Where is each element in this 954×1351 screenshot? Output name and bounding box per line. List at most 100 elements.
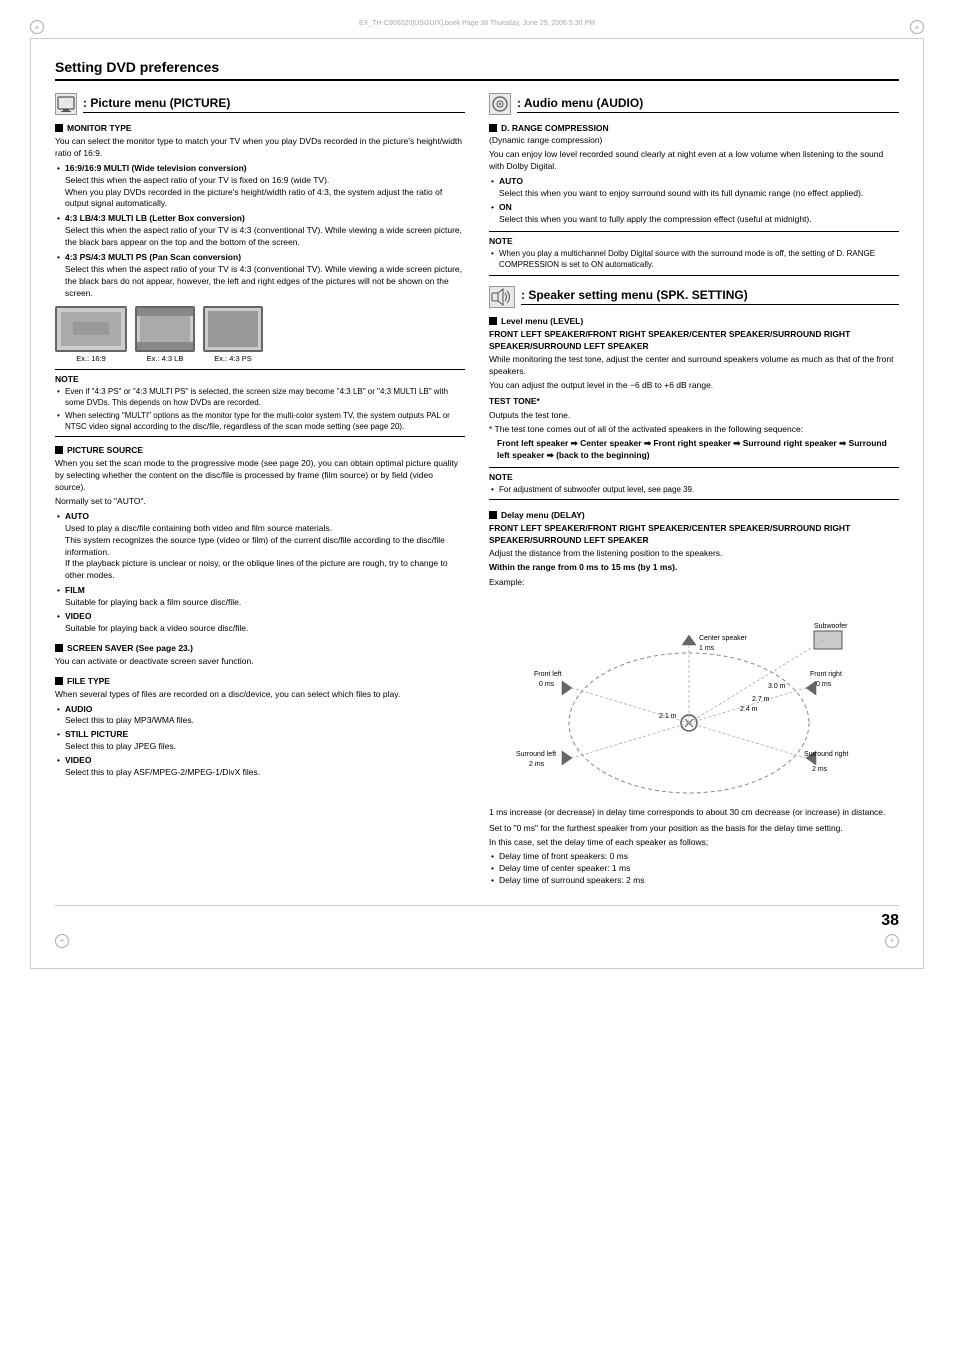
right-column: : Audio menu (AUDIO) D. RANGE COMPRESSIO…	[489, 93, 899, 895]
delay-range: Within the range from 0 ms to 15 ms (by …	[489, 562, 899, 574]
page-wrapper: + EX_TH-C906020[USGU/X].book Page 38 Thu…	[30, 20, 924, 969]
level-notes-list: • For adjustment of subwoofer output lev…	[489, 484, 899, 495]
in-this-case: In this case, set the delay time of each…	[489, 837, 899, 849]
d-range-title: D. RANGE COMPRESSION	[489, 123, 899, 133]
picture-source-title: PICTURE SOURCE	[55, 445, 465, 455]
black-square-7	[489, 511, 497, 519]
black-square-2	[55, 446, 63, 454]
picture-section-title: : Picture menu (PICTURE)	[83, 96, 465, 113]
svg-text:2.7 m: 2.7 m	[752, 696, 770, 703]
monitor-type-intro: You can select the monitor type to match…	[55, 136, 465, 160]
ps-film: • FILM Suitable for playing back a film …	[55, 585, 465, 609]
page-number: 38	[55, 905, 899, 930]
d-range-notes-list: • When you play a multichannel Dolby Dig…	[489, 248, 899, 270]
delay-center: • Delay time of center speaker: 1 ms	[489, 863, 899, 875]
tv-box-wide	[55, 306, 127, 352]
black-square-6	[489, 317, 497, 325]
note-title-2: NOTE	[489, 236, 899, 246]
header-file-info: EX_TH-C906020[USGU/X].book Page 38 Thurs…	[359, 20, 595, 34]
black-square-5	[489, 124, 497, 132]
tv-43lb: Ex.: 4:3 LB	[135, 306, 195, 363]
example-label: Example:	[489, 577, 899, 589]
ps-auto: • AUTO Used to play a disc/file containi…	[55, 511, 465, 582]
level-menu-title: Level menu (LEVEL)	[489, 316, 899, 326]
ft-still: • STILL PICTURE Select this to play JPEG…	[55, 729, 465, 753]
screen-saver-desc: You can activate or deactivate screen sa…	[55, 656, 465, 668]
corner-mark-bl: +	[55, 934, 69, 948]
tv-43ps-label: Ex.: 4:3 PS	[214, 354, 252, 363]
note-1ms: 1 ms increase (or decrease) in delay tim…	[489, 807, 899, 819]
svg-text:3.0 m: 3.0 m	[768, 683, 786, 690]
audio-section-header: : Audio menu (AUDIO)	[489, 93, 899, 115]
tv-box-ps	[203, 306, 263, 352]
file-type-title: FILE TYPE	[55, 676, 465, 686]
audio-icon	[489, 93, 511, 115]
black-square-4	[55, 677, 63, 685]
tv-43ps: Ex.: 4:3 PS	[203, 306, 263, 363]
speaker-section-header: : Speaker setting menu (SPK. SETTING)	[489, 286, 899, 308]
delay-front: • Delay time of front speakers: 0 ms	[489, 851, 899, 863]
monitor-option-169: • 16:9/16:9 MULTI (Wide television conve…	[55, 163, 465, 211]
delay-menu-section: Delay menu (DELAY) FRONT LEFT SPEAKER/FR…	[489, 510, 899, 887]
speaker-diagram: Center speaker 1 ms Subwoofer Front left…	[489, 593, 899, 803]
svg-text:1 ms: 1 ms	[699, 645, 715, 652]
picture-icon	[55, 93, 77, 115]
level-menu-section: Level menu (LEVEL) FRONT LEFT SPEAKER/FR…	[489, 316, 899, 500]
svg-text:Center speaker: Center speaker	[699, 635, 748, 642]
level-desc: While monitoring the test tone, adjust t…	[489, 354, 899, 378]
corner-mark-tl: +	[30, 20, 44, 34]
svg-text:2.1 m: 2.1 m	[659, 713, 677, 720]
tv-169: Ex.: 16:9	[55, 306, 127, 363]
monitor-note-1: • Even if "4:3 PS" or "4:3 MULTI PS" is …	[55, 386, 465, 408]
level-note: NOTE • For adjustment of subwoofer outpu…	[489, 467, 899, 500]
set-note: Set to "0 ms" for the furthest speaker f…	[489, 823, 899, 835]
screen-saver-title: SCREEN SAVER (See page 23.)	[55, 643, 465, 653]
corner-mark-br: +	[885, 934, 899, 948]
svg-text:0 ms: 0 ms	[539, 681, 555, 688]
tv-images-row: Ex.: 16:9 Ex.: 4:3 LB	[55, 306, 465, 363]
monitor-note-2: • When selecting "MULTI" options as the …	[55, 410, 465, 432]
d-range-options: • AUTO Select this when you want to enjo…	[489, 176, 899, 227]
file-type-intro: When several types of files are recorded…	[55, 689, 465, 701]
audio-section-title: : Audio menu (AUDIO)	[517, 96, 899, 113]
monitor-type-options: • 16:9/16:9 MULTI (Wide television conve…	[55, 163, 465, 300]
picture-section-header: : Picture menu (PICTURE)	[55, 93, 465, 115]
ps-video: • VIDEO Suitable for playing back a vide…	[55, 611, 465, 635]
svg-text:Subwoofer: Subwoofer	[814, 623, 848, 630]
ft-video: • VIDEO Select this to play ASF/MPEG-2/M…	[55, 755, 465, 779]
picture-source-options: • AUTO Used to play a disc/file containi…	[55, 511, 465, 635]
black-square-3	[55, 644, 63, 652]
monitor-type-section: MONITOR TYPE You can select the monitor …	[55, 123, 465, 437]
monitor-option-43ps: • 4:3 PS/4:3 MULTI PS (Pan Scan conversi…	[55, 252, 465, 300]
corner-mark-tr: +	[910, 20, 924, 34]
tv-box-lb	[135, 306, 195, 352]
main-content: Setting DVD preferences : Picture menu	[30, 38, 924, 969]
left-column: : Picture menu (PICTURE) MONITOR TYPE Yo…	[55, 93, 465, 895]
svg-text:Surround left: Surround left	[516, 751, 556, 758]
d-range-note-1: • When you play a multichannel Dolby Dig…	[489, 248, 899, 270]
level-speakers-title: FRONT LEFT SPEAKER/FRONT RIGHT SPEAKER/C…	[489, 329, 899, 353]
picture-source-section: PICTURE SOURCE When you set the scan mod…	[55, 445, 465, 634]
test-tone-title: TEST TONE*	[489, 396, 899, 408]
d-range-section: D. RANGE COMPRESSION (Dynamic range comp…	[489, 123, 899, 276]
svg-text:2 ms: 2 ms	[529, 761, 545, 768]
monitor-option-43lb: • 4:3 LB/4:3 MULTI LB (Letter Box conver…	[55, 213, 465, 249]
delay-times-list: • Delay time of front speakers: 0 ms • D…	[489, 851, 899, 887]
delay-surround: • Delay time of surround speakers: 2 ms	[489, 875, 899, 887]
page-title: Setting DVD preferences	[55, 59, 899, 75]
ft-audio: • AUDIO Select this to play MP3/WMA file…	[55, 704, 465, 728]
delay-menu-title: Delay menu (DELAY)	[489, 510, 899, 520]
speaker-icon	[489, 286, 515, 308]
monitor-notes-list: • Even if "4:3 PS" or "4:3 MULTI PS" is …	[55, 386, 465, 433]
delay-speakers-title: FRONT LEFT SPEAKER/FRONT RIGHT SPEAKER/C…	[489, 523, 899, 547]
file-type-section: FILE TYPE When several types of files ar…	[55, 676, 465, 779]
level-range: You can adjust the output level in the −…	[489, 380, 899, 392]
sequence-text: Front left speaker ➡ Center speaker ➡ Fr…	[489, 438, 899, 462]
test-tone-desc: Outputs the test tone.	[489, 410, 899, 422]
black-square-1	[55, 124, 63, 132]
note-title-1: NOTE	[55, 374, 465, 384]
monitor-type-note: NOTE • Even if "4:3 PS" or "4:3 MULTI PS…	[55, 369, 465, 438]
d-range-subtitle: (Dynamic range compression)	[489, 135, 899, 147]
level-note-1: • For adjustment of subwoofer output lev…	[489, 484, 899, 495]
monitor-type-title: MONITOR TYPE	[55, 123, 465, 133]
